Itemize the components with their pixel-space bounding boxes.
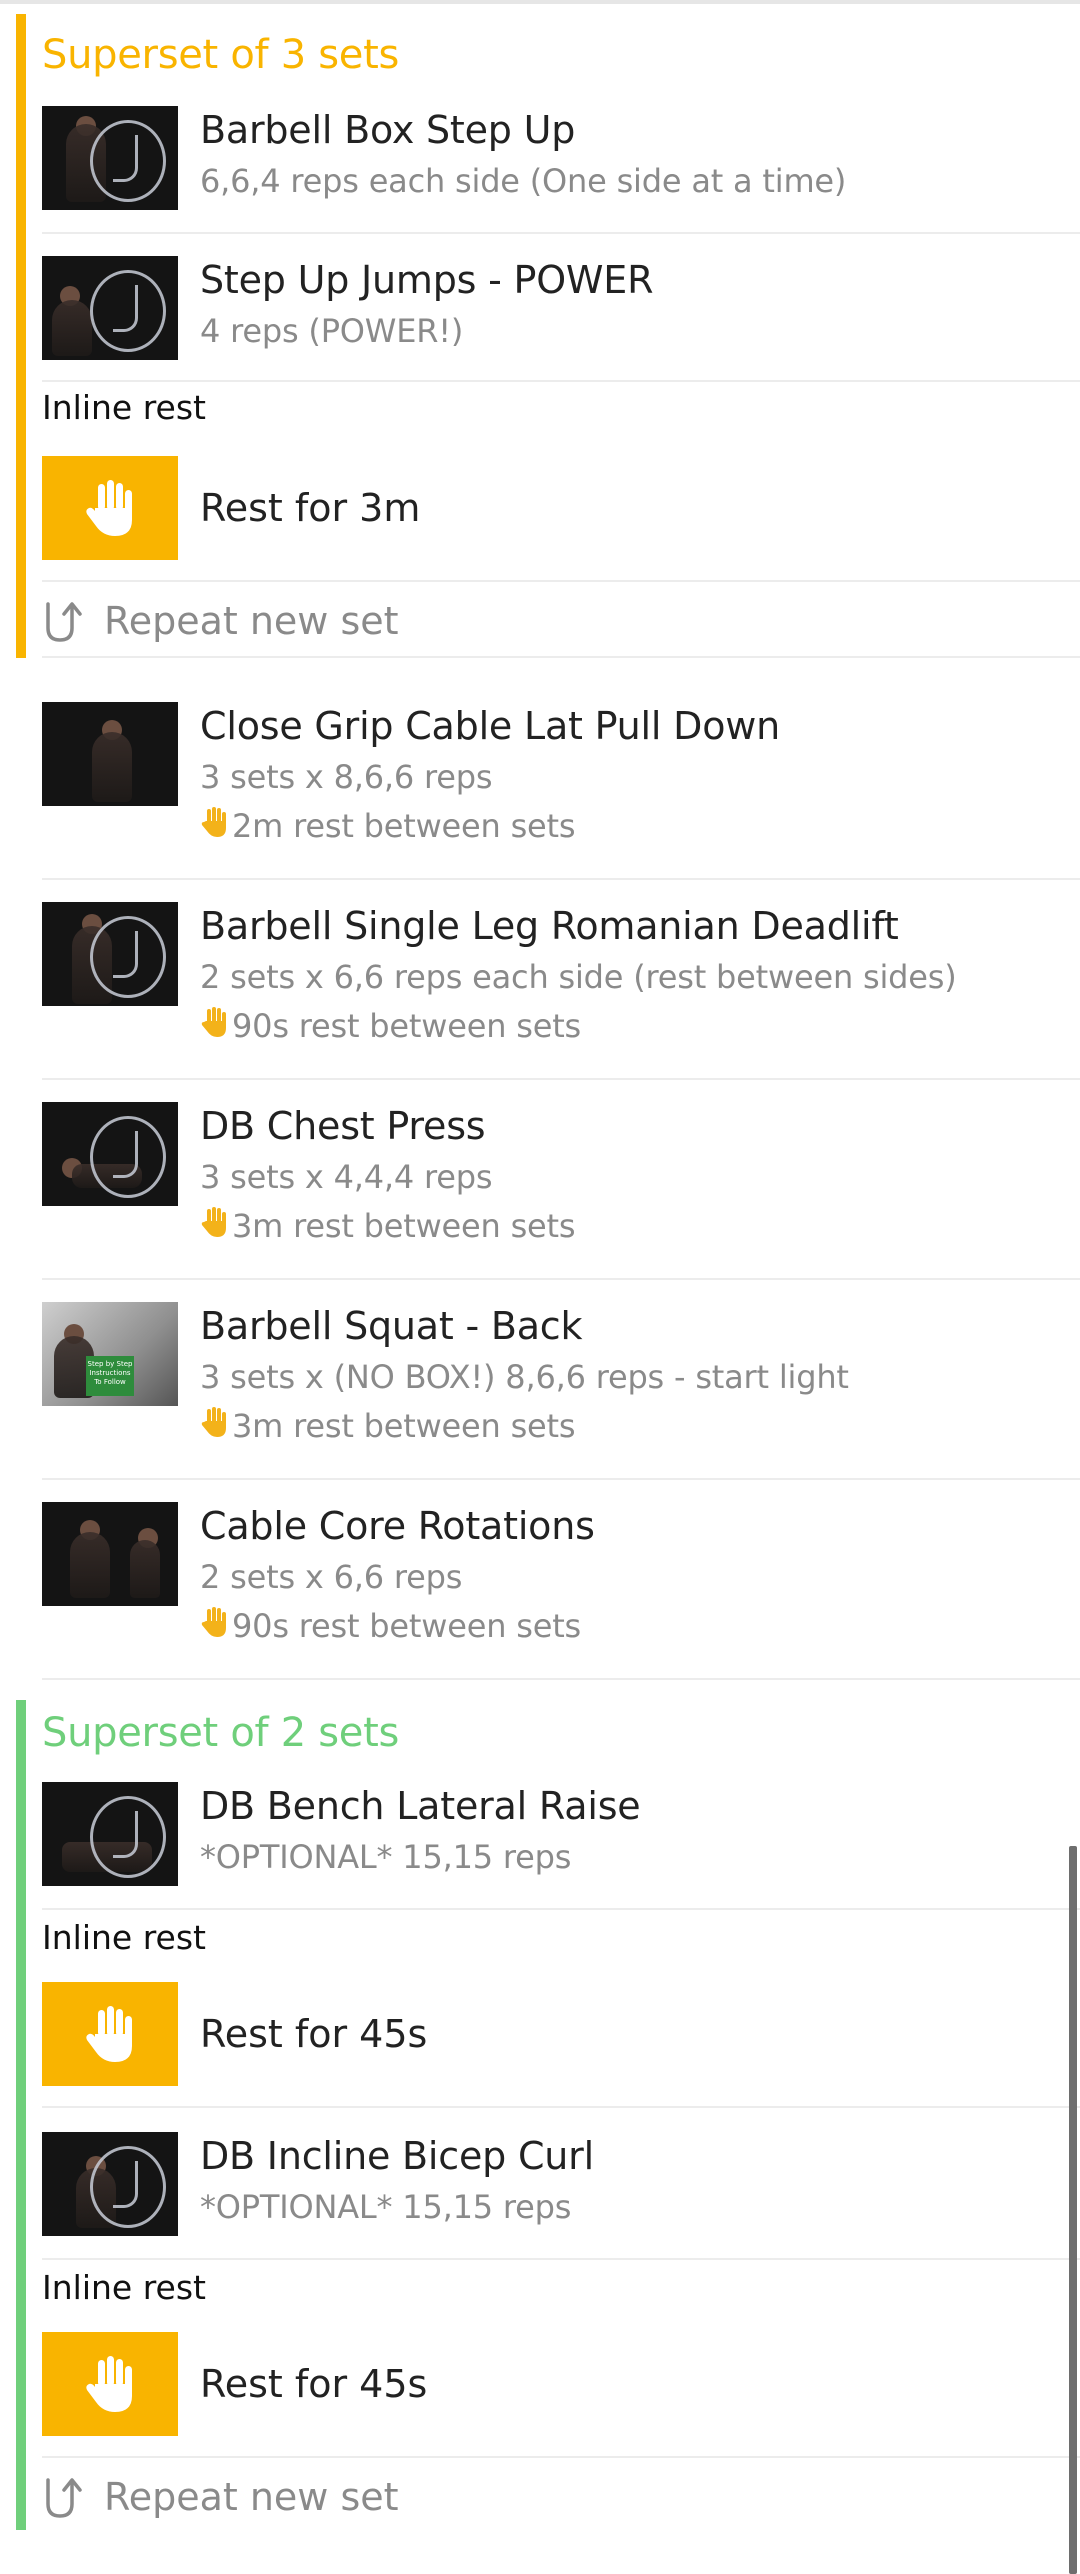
exercise-rest: 3m rest between sets (200, 1406, 576, 1446)
exercise-row-3[interactable]: DB Chest Press 3 sets x 4,4,4 reps 3m re… (42, 1102, 1080, 1280)
exercise-detail: 2 sets x 6,6 reps (200, 1558, 463, 1596)
hand-emoji-icon (200, 806, 230, 846)
thumbnail-banner: Step by Step Instructions To Follow (86, 1356, 134, 1396)
exercise-name: Close Grip Cable Lat Pull Down (200, 704, 781, 748)
superset-1-exercise-2[interactable]: Step Up Jumps - POWER 4 reps (POWER!) (42, 256, 1080, 382)
exercise-detail: 3 sets x 8,6,6 reps (200, 758, 493, 796)
exercise-row-2[interactable]: Barbell Single Leg Romanian Deadlift 2 s… (42, 902, 1080, 1080)
exercise-detail: 3 sets x 4,4,4 reps (200, 1158, 493, 1196)
exercise-thumbnail (42, 902, 178, 1006)
exercise-name: Barbell Single Leg Romanian Deadlift (200, 904, 899, 948)
superset-1-bottom-divider (42, 656, 1080, 658)
exercise-thumbnail (42, 2132, 178, 2236)
exercise-thumbnail (42, 256, 178, 360)
exercise-thumbnail (42, 1102, 178, 1206)
exercise-rest: 3m rest between sets (200, 1206, 576, 1246)
superset-1-accent-bar (16, 14, 26, 658)
rest-duration: Rest for 45s (200, 2012, 428, 2056)
exercise-rest: 90s rest between sets (200, 1606, 581, 1646)
rest-between-sets: 3m rest between sets (232, 1207, 576, 1245)
hand-emoji-icon (200, 1606, 230, 1646)
exercise-detail: 2 sets x 6,6 reps each side (rest betwee… (200, 958, 957, 996)
repeat-label: Repeat new set (104, 599, 399, 643)
repeat-new-set[interactable]: Repeat new set (42, 598, 399, 644)
rest-between-sets: 3m rest between sets (232, 1407, 576, 1445)
superset-2-exercise-1[interactable]: DB Bench Lateral Raise *OPTIONAL* 15,15 … (42, 1782, 1080, 1910)
exercise-row-5[interactable]: Cable Core Rotations 2 sets x 6,6 reps 9… (42, 1502, 1080, 1680)
superset-2-rest-2[interactable]: Rest for 45s (42, 2332, 1080, 2458)
rest-between-sets: 90s rest between sets (232, 1007, 582, 1045)
hand-emoji-icon (200, 1206, 230, 1246)
repeat-icon (46, 2478, 82, 2518)
superset-2: Superset of 2 sets DB Bench Lateral Rais… (0, 1700, 1080, 2530)
exercise-thumbnail (42, 702, 178, 806)
hand-icon (42, 456, 178, 560)
exercise-rest: 90s rest between sets (200, 1006, 581, 1046)
exercise-name: Cable Core Rotations (200, 1504, 595, 1548)
exercise-thumbnail (42, 1782, 178, 1886)
rest-between-sets: 90s rest between sets (232, 1607, 582, 1645)
hand-icon (42, 2332, 178, 2436)
superset-2-rest-1[interactable]: Rest for 45s (42, 1982, 1080, 2108)
exercise-thumbnail: Step by Step Instructions To Follow (42, 1302, 178, 1406)
rest-duration: Rest for 3m (200, 486, 421, 530)
exercise-name: Step Up Jumps - POWER (200, 258, 654, 302)
exercise-name: DB Chest Press (200, 1104, 486, 1148)
hand-emoji-icon (200, 1406, 230, 1446)
inline-rest-label: Inline rest (42, 1918, 206, 1957)
hand-emoji-icon (200, 1006, 230, 1046)
exercise-row-4[interactable]: Step by Step Instructions To Follow Barb… (42, 1302, 1080, 1480)
inline-rest-label: Inline rest (42, 388, 206, 427)
exercise-name: Barbell Box Step Up (200, 108, 576, 152)
top-divider (0, 0, 1080, 4)
superset-1-rest[interactable]: Rest for 3m (42, 456, 1080, 582)
superset-1-exercise-1[interactable]: Barbell Box Step Up 6,6,4 reps each side… (42, 106, 1080, 234)
repeat-new-set[interactable]: Repeat new set (42, 2474, 399, 2520)
superset-2-title: Superset of 2 sets (42, 1710, 400, 1756)
scrollbar[interactable] (1069, 1846, 1077, 2574)
rest-between-sets: 2m rest between sets (232, 807, 576, 845)
repeat-label: Repeat new set (104, 2475, 399, 2519)
superset-2-accent-bar (16, 1700, 26, 2530)
exercise-rest: 2m rest between sets (200, 806, 576, 846)
exercise-detail: 4 reps (POWER!) (200, 312, 464, 350)
superset-1-title: Superset of 3 sets (42, 32, 400, 78)
exercise-row-1[interactable]: Close Grip Cable Lat Pull Down 3 sets x … (42, 702, 1080, 880)
exercise-thumbnail (42, 1502, 178, 1606)
hand-icon (42, 1982, 178, 2086)
rest-duration: Rest for 45s (200, 2362, 428, 2406)
superset-1: Superset of 3 sets Barbell Box Step Up 6… (0, 14, 1080, 658)
exercise-detail: *OPTIONAL* 15,15 reps (200, 2188, 572, 2226)
superset-2-exercise-2[interactable]: DB Incline Bicep Curl *OPTIONAL* 15,15 r… (42, 2132, 1080, 2260)
exercise-detail: *OPTIONAL* 15,15 reps (200, 1838, 572, 1876)
exercise-detail: 6,6,4 reps each side (One side at a time… (200, 162, 847, 200)
exercise-name: Barbell Squat - Back (200, 1304, 583, 1348)
inline-rest-label: Inline rest (42, 2268, 206, 2307)
exercise-thumbnail (42, 106, 178, 210)
exercise-name: DB Incline Bicep Curl (200, 2134, 594, 2178)
exercise-name: DB Bench Lateral Raise (200, 1784, 641, 1828)
repeat-icon (46, 602, 82, 642)
exercise-detail: 3 sets x (NO BOX!) 8,6,6 reps - start li… (200, 1358, 849, 1396)
